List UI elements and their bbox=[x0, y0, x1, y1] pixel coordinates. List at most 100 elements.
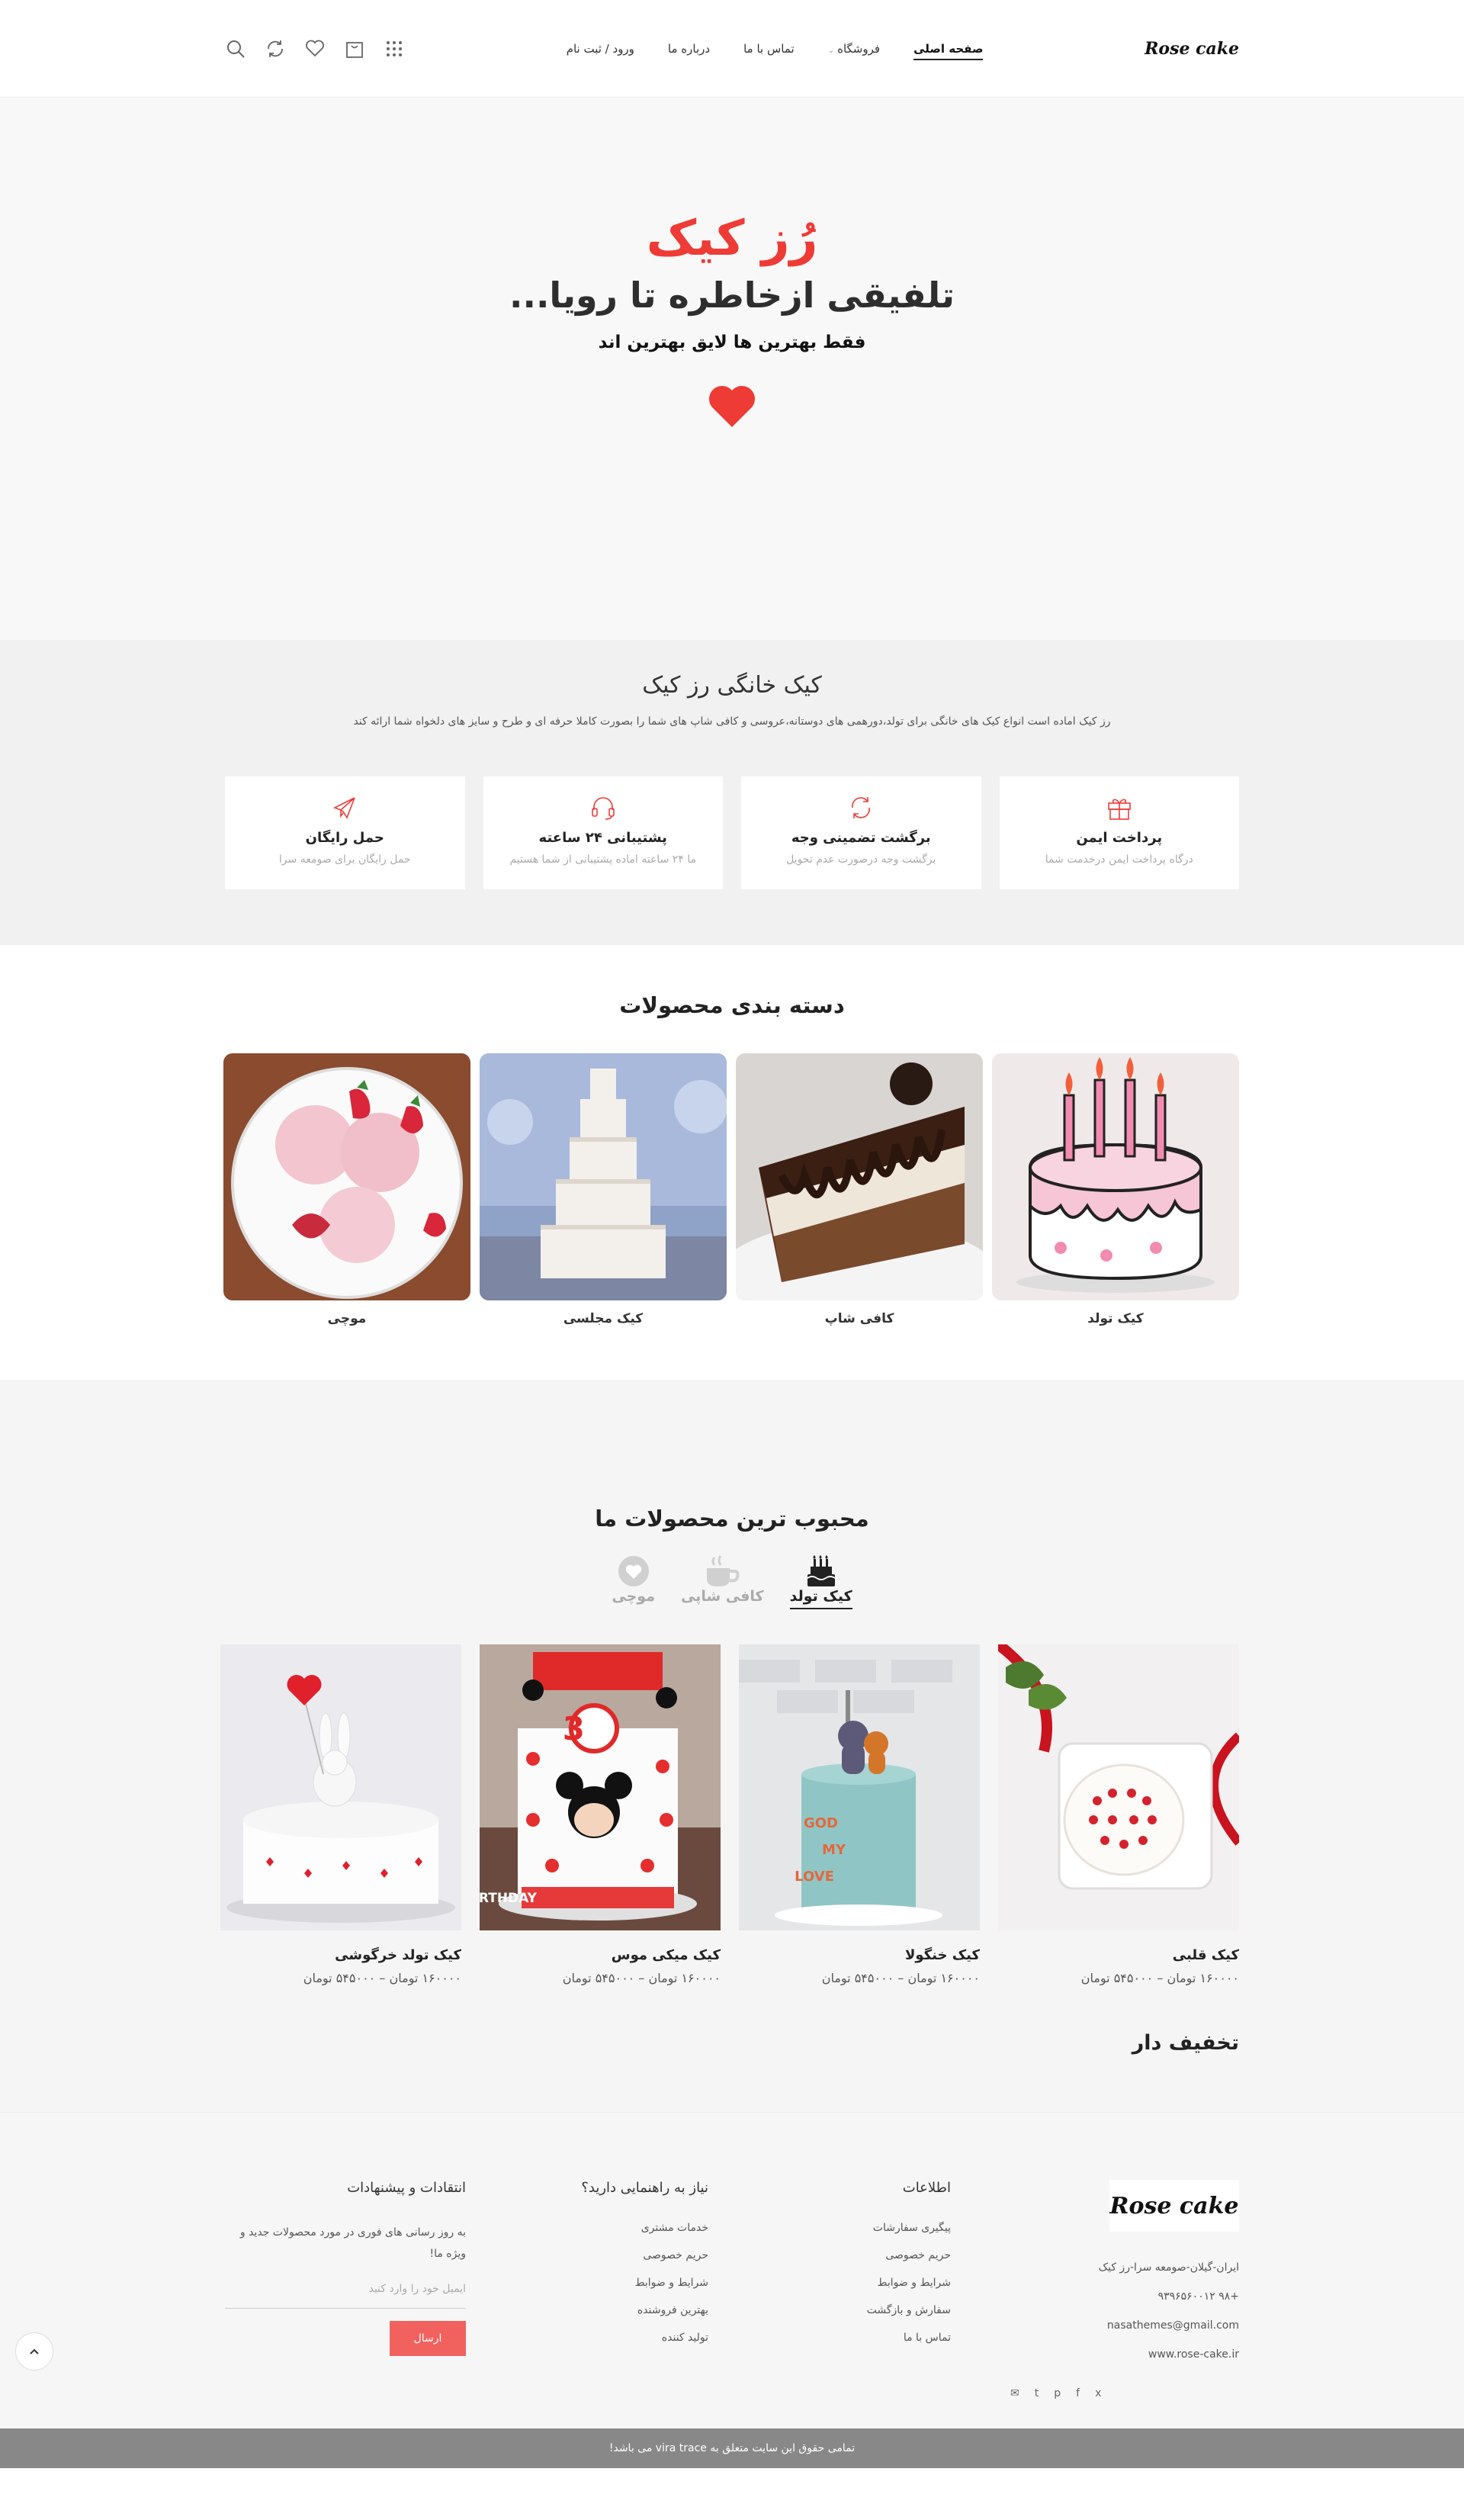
copyright-bar: تمامی حقوق این سایت متعلق به vira trace … bbox=[0, 2428, 1464, 2468]
feature-card: پرداخت ایمن درگاه پرداخت ایمن درخدمت شما bbox=[999, 776, 1240, 889]
feature-card: حمل رایگان حمل رایگان برای صومعه سرا bbox=[225, 776, 465, 889]
scroll-top-button[interactable] bbox=[15, 2332, 53, 2371]
product-image: 3 HAPPY BIRTHDAY bbox=[480, 1644, 721, 1930]
gift-icon bbox=[1000, 790, 1240, 825]
product-name: کیک خنگولا bbox=[905, 1947, 980, 1963]
feature-card: برگشت تضمینی وجه برگشت وجه درصورت عدم تح… bbox=[741, 776, 981, 889]
category-image bbox=[736, 1053, 983, 1300]
refresh-icon bbox=[741, 790, 981, 825]
about-title: کیک خانگی رز کیک bbox=[642, 672, 822, 699]
product-card[interactable]: 3 HAPPY BIRTHDAY کیک میکی موس ۱۶۰۰۰۰ توما… bbox=[480, 1644, 721, 1985]
popular-title: محبوب ترین محصولات ما bbox=[595, 1506, 869, 1532]
product-name: کیک تولد خرگوشی bbox=[335, 1947, 461, 1963]
nav-home[interactable]: صفحه اصلی bbox=[913, 42, 984, 60]
feature-text: برگشت وجه درصورت عدم تحویل bbox=[786, 853, 936, 866]
send-button[interactable]: ارسال bbox=[390, 2321, 466, 2356]
header-tools bbox=[225, 38, 405, 59]
facebook-icon[interactable]: f bbox=[1076, 2387, 1080, 2399]
feature-text: درگاه پرداخت ایمن درخدمت شما bbox=[1045, 853, 1193, 866]
mail-icon[interactable]: ✉ bbox=[1010, 2387, 1019, 2399]
category-label: کیک مجلسی bbox=[563, 1311, 644, 1326]
cart-icon[interactable] bbox=[344, 38, 365, 59]
heart-icon[interactable] bbox=[304, 38, 326, 59]
footer-link[interactable]: پیگیری سفارشات bbox=[768, 2222, 951, 2234]
compare-icon[interactable] bbox=[265, 38, 286, 59]
footer-email[interactable]: nasathemes@gmail.com bbox=[1010, 2311, 1239, 2340]
footer-info-column: اطلاعات پیگیری سفارشات حریم خصوصی شرایط … bbox=[768, 2180, 951, 2399]
product-card[interactable]: کیک قلبی ۱۶۰۰۰۰ تومان – ۵۴۵۰۰۰ تومان bbox=[998, 1644, 1239, 1985]
category-image bbox=[223, 1053, 470, 1300]
feature-card: پشتیبانی ۲۴ ساعته ما ۲۴ ساعته اماده پشتی… bbox=[483, 776, 724, 889]
categories-title: دسته بندی محصولات bbox=[619, 992, 845, 1018]
product-name: کیک میکی موس bbox=[611, 1947, 721, 1963]
headset-icon bbox=[483, 790, 724, 825]
nav-about[interactable]: درباره ما bbox=[668, 42, 710, 56]
footer-phone[interactable]: +۹۸ ۹۳۹۶۵۶۰۰۱۲ bbox=[1010, 2282, 1239, 2311]
product-card[interactable]: کیک تولد خرگوشی ۱۶۰۰۰۰ تومان – ۵۴۵۰۰۰ تو… bbox=[220, 1644, 461, 1985]
footer-logo[interactable]: Rose cake bbox=[1109, 2180, 1239, 2232]
category-card-party[interactable]: کیک مجلسی bbox=[480, 1053, 727, 1326]
svg-text:GOD: GOD bbox=[804, 1815, 838, 1831]
categories-section: دسته بندی محصولات کیک تولد کافی شاپ کیک … bbox=[0, 945, 1464, 1380]
tab-birthday-cake[interactable]: کیک تولد bbox=[789, 1551, 852, 1609]
pinterest-icon[interactable]: p bbox=[1054, 2387, 1061, 2399]
footer-link[interactable]: خدمات مشتری bbox=[525, 2222, 708, 2234]
hero-section: رُز کیک تلفیقی ازخاطره تا رویا... فقط به… bbox=[0, 98, 1464, 640]
tab-coffee-shop[interactable]: کافی شاپی bbox=[681, 1551, 764, 1609]
footer-link[interactable]: سفارش و بازگشت bbox=[768, 2304, 951, 2316]
about-description: رز کیک اماده است انواع کیک های خانگی برا… bbox=[353, 715, 1111, 728]
about-section: کیک خانگی رز کیک رز کیک اماده است انواع … bbox=[0, 640, 1464, 945]
telegram-icon[interactable]: t bbox=[1035, 2387, 1039, 2399]
footer-info-title: اطلاعات bbox=[902, 2180, 951, 2196]
nav-login[interactable]: ورود / ثبت نام bbox=[567, 42, 634, 56]
nav-shop-label: فروشگاه bbox=[837, 42, 881, 56]
footer-help-column: نیاز به راهنمایی دارید؟ خدمات مشتری حریم… bbox=[525, 2180, 708, 2399]
popular-section: محبوب ترین محصولات ما کیک تولد کافی شاپی… bbox=[0, 1380, 1464, 2112]
footer-address: ایران-گیلان-صومعه سرا-رز کیک bbox=[1098, 2261, 1239, 2274]
svg-text:HAPPY BIRTHDAY: HAPPY BIRTHDAY bbox=[480, 1891, 538, 1906]
discount-title: تخفیف دار bbox=[1132, 2031, 1239, 2055]
product-card[interactable]: GOD MY LOVE کیک خنگولا ۱۶۰۰۰۰ تومان – ۵۴۵۰… bbox=[739, 1644, 980, 1985]
site-header: Rose cake صفحه اصلی فروشگاه⌄ تماس با ما … bbox=[0, 0, 1464, 98]
footer-link[interactable]: حریم خصوصی bbox=[768, 2249, 951, 2261]
search-icon[interactable] bbox=[225, 38, 246, 59]
product-price: ۱۶۰۰۰۰ تومان – ۵۴۵۰۰۰ تومان bbox=[1080, 1971, 1239, 1985]
footer-website[interactable]: www.rose-cake.ir bbox=[1010, 2340, 1239, 2369]
footer-link[interactable]: حریم خصوصی bbox=[525, 2249, 708, 2261]
tab-label: موچی bbox=[612, 1588, 655, 1605]
footer-link[interactable]: شرایط و ضوابط bbox=[768, 2277, 951, 2289]
category-label: کیک تولد bbox=[1087, 1311, 1144, 1326]
tab-mochi[interactable]: موچی bbox=[612, 1551, 655, 1609]
nav-contact[interactable]: تماس با ما bbox=[743, 42, 795, 56]
feature-title: حمل رایگان bbox=[305, 830, 384, 846]
category-card-birthday[interactable]: کیک تولد bbox=[992, 1053, 1239, 1326]
category-card-mochi[interactable]: موچی bbox=[223, 1053, 470, 1326]
coffee-cup-icon bbox=[681, 1551, 764, 1588]
social-links: x f p t ✉ bbox=[1010, 2387, 1239, 2399]
email-input[interactable]: ایمیل خود را وارد کنید bbox=[225, 2278, 466, 2309]
footer-link[interactable]: تماس با ما bbox=[768, 2332, 951, 2344]
plane-icon bbox=[225, 790, 465, 825]
feature-title: پشتیبانی ۲۴ ساعته bbox=[538, 830, 667, 846]
categories-grid: کیک تولد کافی شاپ کیک مجلسی موچی bbox=[223, 1053, 1239, 1326]
product-image bbox=[220, 1644, 461, 1930]
footer-news-text: به روز رسانی های فوری در مورد محصولات جد… bbox=[239, 2226, 466, 2260]
footer-link[interactable]: شرایط و ضوابط bbox=[525, 2277, 708, 2289]
footer-newsletter-column: انتقادات و پیشنهادات به روز رسانی های فو… bbox=[225, 2180, 466, 2399]
site-footer: Rose cake ایران-گیلان-صومعه سرا-رز کیک +… bbox=[0, 2112, 1464, 2468]
x-icon[interactable]: x bbox=[1095, 2387, 1101, 2399]
product-image bbox=[998, 1644, 1239, 1930]
site-logo[interactable]: Rose cake bbox=[1145, 39, 1239, 59]
footer-help-title: نیاز به راهنمایی دارید؟ bbox=[581, 2180, 708, 2196]
product-price: ۱۶۰۰۰۰ تومان – ۵۴۵۰۰۰ تومان bbox=[562, 1971, 721, 1985]
product-tabs: کیک تولد کافی شاپی موچی bbox=[225, 1551, 1239, 1609]
feature-title: پرداخت ایمن bbox=[1076, 830, 1163, 846]
hero-tagline: تلفیقی ازخاطره تا رویا... bbox=[509, 275, 955, 317]
tab-label: کافی شاپی bbox=[680, 1588, 764, 1605]
chevron-down-icon: ⌄ bbox=[827, 47, 835, 55]
nav-shop[interactable]: فروشگاه⌄ bbox=[828, 42, 880, 56]
category-card-coffee-shop[interactable]: کافی شاپ bbox=[736, 1053, 983, 1326]
footer-link[interactable]: تولید کننده bbox=[525, 2332, 708, 2344]
footer-link[interactable]: بهترین فروشنده bbox=[525, 2304, 708, 2316]
grid-menu-icon[interactable] bbox=[384, 38, 405, 59]
